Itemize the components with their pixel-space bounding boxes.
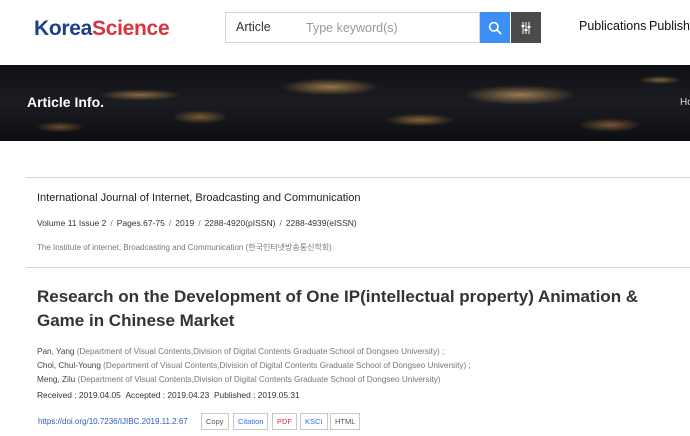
pages: Pages.67-75	[116, 218, 165, 228]
citation-button[interactable]: Citation	[233, 413, 269, 430]
author-affiliation: (Department of Visual Contents,Division …	[76, 347, 445, 356]
accepted-date: Accepted : 2019.04.23	[125, 390, 210, 400]
received-date: Received : 2019.04.05	[37, 390, 121, 400]
filter-button[interactable]	[511, 12, 541, 43]
copy-button[interactable]: Copy	[201, 413, 229, 430]
html-button[interactable]: HTML	[330, 413, 361, 430]
breadcrumb-home[interactable]: Ho	[680, 97, 690, 108]
author-item: Pan, Yang (Department of Visual Contents…	[37, 347, 444, 356]
page-title: Article Info.	[27, 94, 105, 110]
divider	[26, 177, 690, 178]
search-input[interactable]: Type keyword(s)	[296, 12, 480, 43]
author-name[interactable]: Meng, Zilu	[37, 375, 75, 384]
page-banner: Article Info. Ho	[0, 65, 690, 141]
year: 2019	[175, 218, 195, 228]
doi-link[interactable]: https://doi.org/10.7236/IJIBC.2019.11.2.…	[38, 417, 188, 426]
author-item: Choi, Chul-Young (Department of Visual C…	[37, 361, 471, 370]
author-item: Meng, Zilu (Department of Visual Content…	[37, 375, 441, 384]
article-dates: Received : 2019.04.05 Accepted : 2019.04…	[37, 390, 300, 400]
search-icon	[488, 21, 502, 35]
divider	[26, 267, 690, 268]
search-button[interactable]	[480, 12, 510, 43]
logo-korea: Korea	[34, 17, 93, 40]
site-header: KoreaScience Article Type keyword(s) Pub…	[0, 0, 690, 62]
ksci-button[interactable]: KSCI	[300, 413, 328, 430]
search-type-select[interactable]: Article	[225, 12, 297, 43]
author-name[interactable]: Pan, Yang	[37, 347, 74, 356]
pissn: 2288-4920(pISSN)	[204, 218, 276, 228]
author-affiliation: (Department of Visual Contents,Division …	[77, 375, 441, 384]
nav-publishers[interactable]: Publishe	[649, 19, 690, 33]
author-name[interactable]: Choi, Chul-Young	[37, 361, 101, 370]
issue-info: Volume 11 Issue 2/Pages.67-75/2019/2288-…	[37, 218, 357, 228]
article-title: Research on the Development of One IP(in…	[37, 287, 639, 330]
journal-name[interactable]: International Journal of Internet, Broad…	[37, 192, 360, 204]
published-date: Published : 2019.05.31	[213, 390, 300, 400]
filter-icon	[521, 21, 531, 34]
pdf-button[interactable]: PDF	[272, 413, 297, 430]
logo-science: Science	[92, 17, 170, 40]
eissn: 2288-4939(eISSN)	[285, 218, 357, 228]
publisher: The Institute of internet, Broadcasting …	[37, 243, 332, 252]
volume-issue[interactable]: Volume 11 Issue 2	[37, 218, 106, 228]
author-affiliation: (Department of Visual Contents,Division …	[103, 361, 471, 370]
nav-publications[interactable]: Publications	[579, 19, 646, 33]
logo[interactable]: KoreaScience	[34, 17, 170, 41]
